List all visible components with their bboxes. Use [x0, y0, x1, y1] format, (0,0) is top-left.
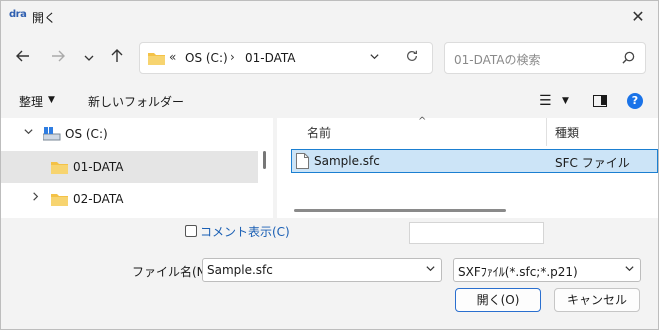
breadcrumb-separator[interactable]: › — [230, 50, 235, 64]
folder-icon — [51, 162, 68, 174]
address-bar[interactable]: « OS (C:) › 01-DATA — [139, 42, 433, 74]
file-list: ^ 名前 種類 Sample.sfc SFC ファイル — [277, 116, 658, 218]
file-name-input[interactable]: Sample.sfc — [202, 258, 442, 282]
up-arrow-icon[interactable] — [105, 47, 129, 71]
file-name-dropdown-icon[interactable] — [425, 263, 436, 277]
command-toolbar: 整理 ▼ 新しいフォルダー ☰ ▼ ? — [1, 85, 658, 117]
collapse-chevron-icon[interactable] — [23, 126, 34, 140]
breadcrumb-01-data[interactable]: 01-DATA — [245, 51, 296, 65]
column-divider[interactable] — [546, 118, 547, 146]
tree-item-os-c[interactable]: OS (C:) — [1, 118, 258, 150]
address-overflow[interactable]: « — [169, 50, 176, 64]
window-title: 開く — [32, 11, 57, 25]
organize-button[interactable]: 整理 — [19, 93, 43, 110]
forward-arrow-icon[interactable] — [46, 47, 70, 71]
view-dropdown-icon[interactable]: ▼ — [562, 96, 569, 106]
preview-pane-icon[interactable] — [593, 95, 607, 107]
nav-pane-scrollbar[interactable] — [263, 151, 266, 169]
file-type-select[interactable]: SXFﾌｧｲﾙ(*.sfc;*.p21) — [453, 258, 641, 282]
new-folder-button[interactable]: 新しいフォルダー — [88, 93, 184, 110]
search-box[interactable]: 01-DATAの検索 — [444, 42, 646, 74]
file-icon — [296, 153, 309, 169]
file-type-dropdown-icon[interactable] — [624, 263, 635, 277]
tree-item-02-data[interactable]: 02-DATA — [1, 183, 258, 215]
navigation-pane: OS (C:) 01-DATA 02-DATA — [1, 118, 273, 218]
refresh-icon[interactable] — [405, 49, 419, 67]
help-icon[interactable]: ? — [627, 93, 643, 109]
file-name: Sample.sfc — [314, 154, 380, 168]
organize-dropdown-icon[interactable]: ▼ — [48, 95, 55, 105]
tree-item-01-data[interactable]: 01-DATA — [1, 151, 258, 183]
file-type-value[interactable]: SXFﾌｧｲﾙ(*.sfc;*.p21) — [458, 263, 578, 280]
file-name-value[interactable]: Sample.sfc — [207, 263, 273, 277]
folder-icon — [148, 53, 165, 65]
horizontal-scrollbar[interactable] — [294, 209, 506, 212]
comment-label[interactable]: コメント表示(C) — [200, 223, 290, 240]
navigation-bar: « OS (C:) › 01-DATA 01-DATAの検索 — [1, 39, 658, 79]
cancel-button[interactable]: キャンセル — [554, 288, 640, 312]
back-arrow-icon[interactable] — [11, 47, 35, 71]
folder-icon — [51, 194, 68, 206]
close-icon[interactable]: ✕ — [626, 5, 650, 29]
open-button[interactable]: 開く(O) — [455, 288, 541, 312]
sort-ascending-icon: ^ — [418, 116, 427, 127]
file-row[interactable]: Sample.sfc SFC ファイル — [291, 149, 658, 173]
recent-dropdown-icon[interactable] — [77, 47, 101, 71]
view-options-icon[interactable]: ☰ — [539, 94, 552, 108]
drive-icon — [43, 127, 61, 141]
tree-label: OS (C:) — [65, 127, 108, 141]
tree-label: 01-DATA — [73, 160, 124, 174]
open-dialog: dra 開く ✕ « OS (C:) › 01-DATA 01-DATAの検索 … — [0, 0, 659, 330]
column-header-type[interactable]: 種類 — [555, 124, 579, 141]
expand-chevron-icon[interactable] — [30, 191, 41, 205]
comment-field[interactable] — [409, 222, 544, 244]
search-placeholder[interactable]: 01-DATAの検索 — [454, 51, 541, 68]
address-dropdown-icon[interactable] — [369, 51, 380, 65]
search-icon[interactable] — [622, 51, 635, 64]
breadcrumb-os-c[interactable]: OS (C:) — [185, 51, 228, 65]
column-header-name[interactable]: 名前 — [307, 124, 331, 141]
app-icon: dra — [9, 9, 27, 20]
comment-checkbox[interactable] — [185, 225, 197, 237]
title-bar: dra 開く ✕ — [1, 1, 658, 33]
file-type: SFC ファイル — [555, 156, 630, 170]
tree-label: 02-DATA — [73, 192, 124, 206]
